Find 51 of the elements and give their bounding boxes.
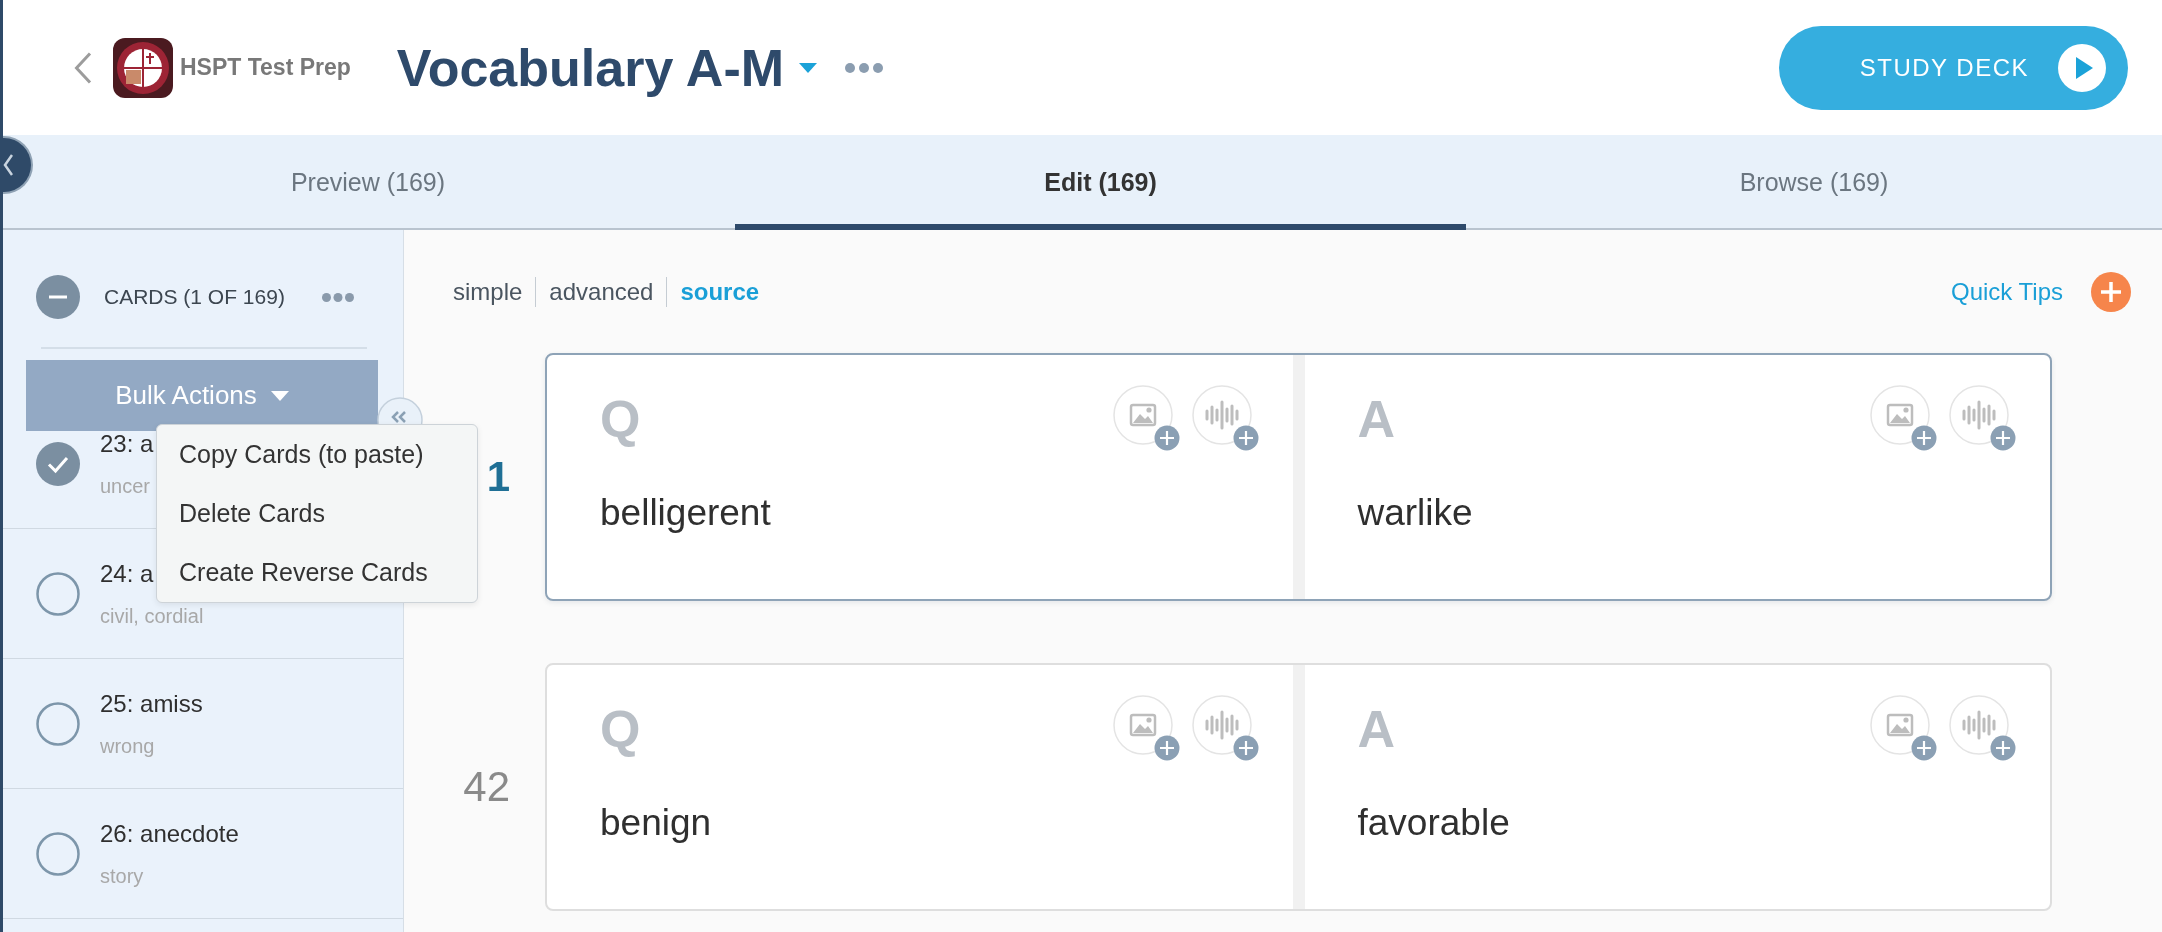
- caret-down-icon[interactable]: [799, 62, 818, 73]
- add-audio-icon[interactable]: [1191, 385, 1259, 451]
- checkbox[interactable]: [36, 571, 80, 616]
- cards-count: CARDS (1 OF 169): [104, 285, 285, 309]
- chevron-left-icon[interactable]: [74, 51, 92, 84]
- card-text-field[interactable]: belligerent: [600, 491, 771, 535]
- card-text-field[interactable]: favorable: [1357, 801, 1510, 845]
- card-title[interactable]: 23: a: [100, 432, 154, 456]
- chevron-left-icon: [3, 154, 13, 176]
- checkbox[interactable]: [36, 441, 80, 486]
- card-text-field[interactable]: warlike: [1357, 491, 1473, 535]
- add-image-icon[interactable]: [1870, 385, 1937, 451]
- add-audio-icon[interactable]: [1949, 385, 2016, 451]
- tab[interactable]: Browse (169): [1466, 135, 2162, 230]
- card-text-field[interactable]: benign: [600, 801, 712, 845]
- add-image-icon[interactable]: [1112, 385, 1180, 451]
- add-audio-icon[interactable]: [1191, 695, 1259, 761]
- menu-item[interactable]: Create Reverse Cards: [157, 543, 477, 602]
- play-icon: [2058, 43, 2106, 92]
- card-title[interactable]: 26: anecdote: [100, 822, 239, 846]
- mode-link[interactable]: simple: [453, 277, 536, 307]
- minus-circle-icon[interactable]: [36, 275, 80, 319]
- side-letter: A: [1357, 393, 1396, 445]
- group-name[interactable]: HSPT Test Prep: [180, 54, 351, 81]
- side-letter: A: [1357, 703, 1396, 755]
- side-letter: Q: [600, 703, 641, 755]
- ellipsis-icon[interactable]: [321, 292, 354, 302]
- crest-icon: [113, 37, 173, 98]
- card-subtitle: uncer: [100, 475, 151, 497]
- card[interactable]: Q belligerent A warlike: [545, 353, 2052, 601]
- ellipsis-icon[interactable]: [845, 62, 884, 73]
- checkbox[interactable]: [36, 831, 80, 876]
- card-number: 1: [485, 453, 510, 501]
- card-number: 42: [462, 763, 510, 811]
- card-subtitle: story: [100, 865, 144, 887]
- add-audio-icon[interactable]: [1949, 695, 2016, 761]
- card[interactable]: Q benign A favorable: [545, 663, 2052, 911]
- card-subtitle: wrong: [100, 735, 155, 757]
- add-image-icon[interactable]: [1112, 695, 1180, 761]
- checkbox[interactable]: [36, 701, 80, 746]
- card-title[interactable]: 25: amiss: [100, 692, 203, 716]
- add-image-icon[interactable]: [1870, 695, 1937, 761]
- card-subtitle: civil, cordial: [100, 605, 204, 627]
- mode-link[interactable]: advanced: [535, 277, 667, 307]
- plus-icon[interactable]: [2091, 272, 2131, 312]
- deck-title: Vocabulary A-M: [396, 37, 785, 98]
- caret-down-icon: [270, 390, 289, 401]
- side-letter: Q: [600, 393, 641, 445]
- tab[interactable]: Preview (169): [33, 135, 735, 230]
- menu-item[interactable]: Delete Cards: [157, 484, 477, 543]
- card-title[interactable]: 24: a: [100, 562, 154, 586]
